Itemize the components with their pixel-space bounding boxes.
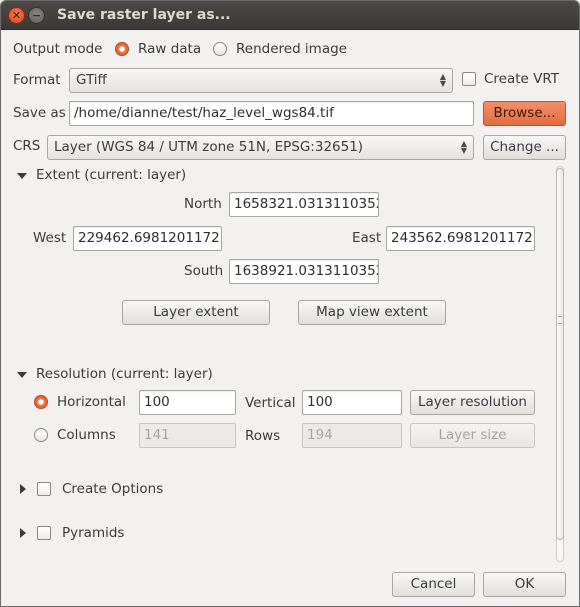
close-window-button[interactable]: ✕ <box>8 6 25 24</box>
create-options-label[interactable]: Create Options <box>62 480 163 498</box>
extent-header[interactable]: Extent (current: layer) <box>36 166 186 184</box>
rendered-image-radio[interactable] <box>213 42 227 56</box>
combo-arrows-icon: ▲ ▼ <box>439 72 446 88</box>
create-options-expand-icon[interactable] <box>20 484 26 494</box>
close-icon: ✕ <box>11 8 22 22</box>
raw-data-radio[interactable] <box>115 42 129 56</box>
title-bar: ✕ − Save raster layer as... <box>1 1 579 30</box>
south-label: South <box>184 263 224 279</box>
save-as-label: Save as <box>13 105 66 121</box>
columns-input[interactable]: 141 <box>139 423 236 448</box>
vertical-label: Vertical <box>245 395 296 411</box>
layer-resolution-button[interactable]: Layer resolution <box>410 390 535 415</box>
columns-label[interactable]: Columns <box>57 426 116 444</box>
format-value: GTiff <box>76 72 107 88</box>
resolution-collapse-icon[interactable] <box>17 372 27 378</box>
layer-extent-button[interactable]: Layer extent <box>122 300 270 325</box>
resolution-header[interactable]: Resolution (current: layer) <box>36 365 213 383</box>
format-label: Format <box>13 72 61 88</box>
map-view-extent-button[interactable]: Map view extent <box>298 300 446 325</box>
raw-data-label[interactable]: Raw data <box>138 40 201 58</box>
west-input[interactable]: 229462.6981201172 <box>73 226 222 251</box>
west-label: West <box>33 230 67 246</box>
combo-arrows-icon: ▲ ▼ <box>460 139 467 155</box>
vertical-input[interactable]: 100 <box>302 390 402 415</box>
save-as-input[interactable]: /home/dianne/test/haz_level_wgs84.tif <box>69 101 474 126</box>
horizontal-radio[interactable] <box>34 395 48 409</box>
scrollbar-thumb[interactable] <box>556 168 564 540</box>
pyramids-checkbox[interactable] <box>37 526 51 540</box>
north-input[interactable]: 1658321.0313110352 <box>229 192 379 217</box>
columns-radio[interactable] <box>34 428 48 442</box>
cancel-button-label: Cancel <box>410 576 457 592</box>
rows-input[interactable]: 194 <box>302 423 402 448</box>
crs-value: Layer (WGS 84 / UTM zone 51N, EPSG:32651… <box>54 139 364 155</box>
horizontal-input[interactable]: 100 <box>139 390 236 415</box>
pyramids-expand-icon[interactable] <box>20 528 26 538</box>
window-title: Save raster layer as... <box>57 7 231 23</box>
create-vrt-checkbox[interactable] <box>462 72 476 86</box>
east-input[interactable]: 243562.6981201172 <box>386 226 535 251</box>
rendered-image-label[interactable]: Rendered image <box>236 40 347 58</box>
create-options-checkbox[interactable] <box>37 482 51 496</box>
crs-select[interactable]: Layer (WGS 84 / UTM zone 51N, EPSG:32651… <box>47 135 474 160</box>
ok-button-label: OK <box>514 576 535 592</box>
horizontal-label[interactable]: Horizontal <box>57 393 126 411</box>
north-label: North <box>184 196 222 212</box>
ok-button[interactable]: OK <box>483 572 566 597</box>
rows-label: Rows <box>245 428 281 444</box>
browse-button[interactable]: Browse... <box>483 101 566 126</box>
east-label: East <box>352 230 382 246</box>
extent-collapse-icon[interactable] <box>17 173 27 179</box>
format-select[interactable]: GTiff ▲ ▼ <box>69 68 453 93</box>
minimize-icon: − <box>31 8 42 22</box>
pyramids-label[interactable]: Pyramids <box>62 524 124 542</box>
crs-label: CRS <box>13 138 41 154</box>
save-raster-dialog: ✕ − Save raster layer as... Output mode … <box>0 0 580 607</box>
minimize-window-button[interactable]: − <box>28 6 45 24</box>
output-mode-label: Output mode <box>13 41 103 57</box>
layer-size-button[interactable]: Layer size <box>410 423 535 448</box>
change-crs-button[interactable]: Change ... <box>483 135 566 160</box>
cancel-button[interactable]: Cancel <box>392 572 475 597</box>
scrollbar[interactable] <box>554 166 566 562</box>
south-input[interactable]: 1638921.0313110352 <box>229 259 379 284</box>
create-vrt-label[interactable]: Create VRT <box>484 70 559 88</box>
scrollbar-grip-icon <box>558 316 562 324</box>
